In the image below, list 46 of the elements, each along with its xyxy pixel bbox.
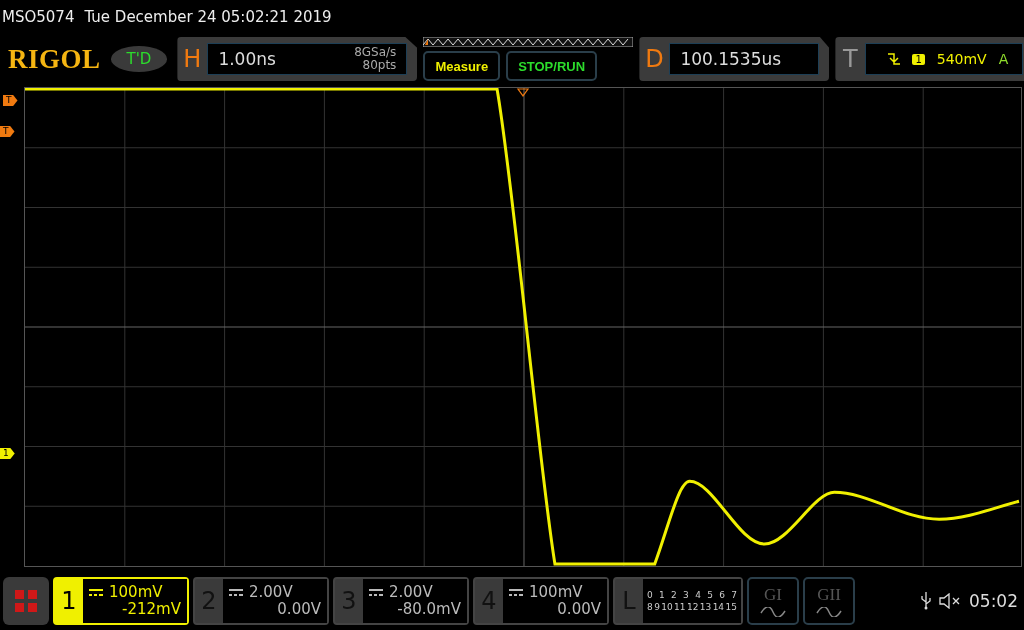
mode-badge[interactable]: T'D [110, 46, 168, 72]
digital-channel-label: 10 [661, 602, 673, 612]
sweep-mode: A [998, 51, 1009, 67]
digital-channel-label: 1 [659, 590, 665, 600]
digital-channel-label: 7 [731, 590, 737, 600]
model-name: MSO5074 [2, 8, 75, 26]
digital-channel-label: 8 [647, 602, 653, 612]
channel-number: 1 [60, 586, 78, 617]
trigger-marker: T [3, 95, 18, 106]
trigger-source-badge: 1 [912, 53, 925, 65]
digital-channel-label: 13 [699, 602, 712, 612]
delay-value: 100.1535us [680, 49, 782, 69]
vertical-scale: 2.00V [389, 584, 433, 601]
trigger-marker: T [0, 126, 15, 137]
clock-time: 05:02 [969, 591, 1018, 611]
brand-logo: RIGOL [8, 43, 101, 75]
digital-channel-label: 12 [686, 602, 699, 612]
trigger-panel[interactable]: T 1 540mV A [835, 37, 1024, 81]
digital-channel-label: 2 [671, 590, 677, 600]
vertical-offset: 0.00V [556, 601, 601, 618]
trigger-level-value: 540mV [936, 51, 987, 67]
vertical-offset: -212mV [121, 601, 181, 618]
digital-channel-label: 5 [707, 590, 713, 600]
vertical-scale: 100mV [529, 584, 583, 601]
sample-rate: 8GSa/s [354, 46, 397, 59]
channel-marker: 1 [0, 448, 15, 459]
measure-button[interactable]: Measure [423, 51, 501, 81]
digital-channel-label: 11 [674, 602, 686, 612]
digital-channel-label: 6 [719, 590, 725, 600]
digital-channel-label: 14 [712, 602, 725, 612]
vertical-offset: -80.0mV [396, 601, 461, 618]
timebase-value: 1.00ns [218, 49, 276, 69]
vertical-scale: 2.00V [249, 584, 293, 601]
digital-channel-label: 9 [654, 602, 660, 612]
channel-tab[interactable]: 1 100mV -212mV [53, 577, 189, 625]
vertical-offset: 0.00V [276, 601, 321, 618]
vertical-scale: 100mV [109, 584, 163, 601]
stop-run-button[interactable]: STOP/RUN [506, 51, 598, 81]
date-time: Tue December 24 05:02:21 2019 [84, 8, 332, 26]
digital-channel-label: 15 [725, 602, 737, 612]
digital-channel-label: 0 [647, 590, 653, 600]
delay-panel[interactable]: D 100.1535us [639, 37, 830, 81]
memory-depth: 80pts [362, 59, 397, 72]
digital-channel-label: 3 [683, 590, 689, 600]
horizontal-panel[interactable]: H 1.00ns 8GSa/s 80pts [177, 37, 418, 81]
digital-channel-label: 4 [695, 590, 701, 600]
